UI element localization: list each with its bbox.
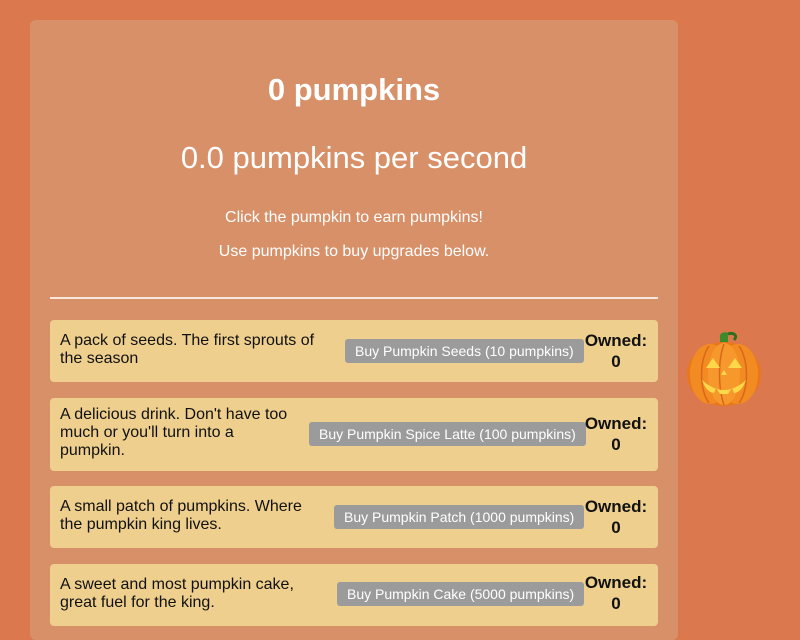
owned-label: Owned: bbox=[584, 497, 648, 516]
buy-pumpkin-spice-latte-button[interactable]: Buy Pumpkin Spice Latte (100 pumpkins) bbox=[309, 422, 586, 446]
upgrade-pumpkin-cake: A sweet and most pumpkin cake, great fue… bbox=[50, 564, 658, 626]
upgrade-description: A pack of seeds. The first sprouts of th… bbox=[60, 332, 315, 367]
owned-value: 0 bbox=[611, 352, 621, 371]
owned-counter: Owned: 0 bbox=[584, 496, 648, 538]
click-hint: Click the pumpkin to earn pumpkins! bbox=[225, 209, 483, 226]
owned-value: 0 bbox=[611, 518, 621, 537]
owned-value: 0 bbox=[611, 594, 621, 613]
pumpkins-per-second: 0.0 pumpkins per second bbox=[180, 140, 528, 175]
owned-label: Owned: bbox=[584, 414, 648, 433]
upgrade-description: A sweet and most pumpkin cake, great fue… bbox=[60, 576, 294, 611]
buy-pumpkin-patch-button[interactable]: Buy Pumpkin Patch (1000 pumpkins) bbox=[334, 505, 585, 529]
upgrade-pumpkin-patch: A small patch of pumpkins. Where the pum… bbox=[50, 486, 658, 548]
upgrade-pumpkin-spice-latte: A delicious drink. Don't have too much o… bbox=[50, 398, 658, 471]
game-panel: 0 pumpkins 0.0 pumpkins per second Click… bbox=[30, 20, 678, 640]
owned-counter: Owned: 0 bbox=[584, 413, 648, 455]
owned-counter: Owned: 0 bbox=[584, 330, 648, 372]
jack-o-lantern-icon[interactable] bbox=[684, 330, 764, 410]
owned-counter: Owned: 0 bbox=[584, 572, 648, 614]
buy-pumpkin-cake-button[interactable]: Buy Pumpkin Cake (5000 pumpkins) bbox=[337, 582, 585, 606]
buy-hint: Use pumpkins to buy upgrades below. bbox=[218, 243, 490, 260]
upgrade-pumpkin-seeds: A pack of seeds. The first sprouts of th… bbox=[50, 320, 658, 382]
owned-value: 0 bbox=[611, 435, 621, 454]
upgrade-description: A delicious drink. Don't have too much o… bbox=[60, 406, 288, 459]
buy-pumpkin-seeds-button[interactable]: Buy Pumpkin Seeds (10 pumpkins) bbox=[345, 339, 584, 363]
owned-label: Owned: bbox=[584, 331, 648, 350]
pumpkin-count: 0 pumpkins bbox=[267, 72, 441, 107]
upgrade-description: A small patch of pumpkins. Where the pum… bbox=[60, 498, 302, 533]
owned-label: Owned: bbox=[584, 573, 648, 592]
divider bbox=[50, 297, 658, 299]
